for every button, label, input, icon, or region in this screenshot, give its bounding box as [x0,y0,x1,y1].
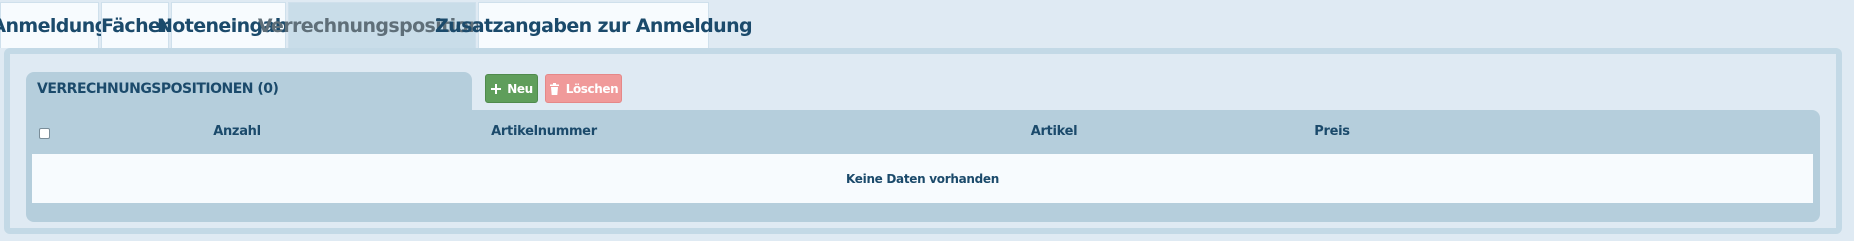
column-header-artikelnummer[interactable]: Artikelnummer [491,124,597,139]
new-button[interactable]: Neu [485,74,538,103]
content-frame: VERRECHNUNGSPOSITIONEN (0) Neu Löschen A… [4,48,1842,234]
trash-icon [549,82,561,95]
tab-anmeldung[interactable]: Anmeldung [0,2,108,48]
table-header: Anzahl Artikelnummer Artikel Preis [26,110,1820,154]
tab-zusatzangaben-zur-anmeldung[interactable]: Zusatzangaben zur Anmeldung [435,2,753,48]
column-header-artikel[interactable]: Artikel [1031,124,1078,139]
tab-label: Zusatzangaben zur Anmeldung [434,14,753,37]
column-header-preis[interactable]: Preis [1314,124,1350,139]
tab-bar: Anmeldung Fächer Noteneingabe Verrechnun… [0,0,753,48]
page: Anmeldung Fächer Noteneingabe Verrechnun… [0,0,1854,241]
column-header-anzahl[interactable]: Anzahl [213,124,261,139]
select-all-checkbox[interactable] [39,128,50,139]
new-button-label: Neu [507,81,533,96]
delete-button-label: Löschen [565,81,619,96]
tab-label: Anmeldung [0,14,108,37]
positions-table: Anzahl Artikelnummer Artikel Preis Keine… [26,110,1820,222]
delete-button[interactable]: Löschen [545,74,622,103]
panel-title: VERRECHNUNGSPOSITIONEN (0) [37,81,279,97]
table-body: Keine Daten vorhanden [32,154,1813,203]
plus-icon [490,83,502,95]
empty-state-text: Keine Daten vorhanden [846,171,999,186]
